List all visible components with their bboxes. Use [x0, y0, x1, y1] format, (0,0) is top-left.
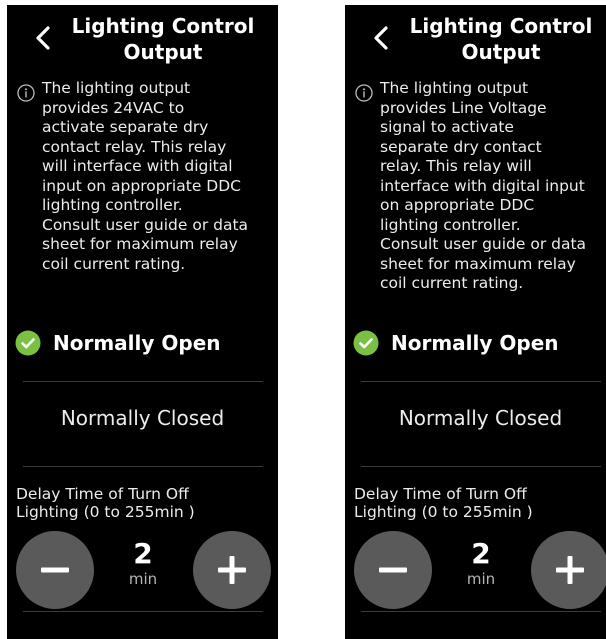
increment-button[interactable] [531, 531, 606, 609]
screen-24vac: Lighting Control Output The lighting out… [7, 5, 278, 639]
decrement-button[interactable] [16, 531, 94, 609]
plus-icon [218, 556, 246, 584]
option-normally-closed[interactable]: Normally Closed [7, 406, 278, 430]
info-description: The lighting output provides Line Voltag… [380, 79, 587, 292]
delay-value-display: 2 min [105, 537, 181, 589]
delay-value: 2 [471, 537, 491, 570]
info-icon [355, 84, 373, 102]
delay-unit: min [466, 570, 496, 588]
page-title: Lighting Control Output [409, 14, 593, 64]
minus-icon [41, 567, 69, 573]
delay-unit: min [128, 570, 158, 588]
option-normally-open[interactable]: Normally Open [15, 323, 221, 363]
divider [361, 466, 601, 467]
option-normally-open[interactable]: Normally Open [353, 323, 559, 363]
screen-line-voltage: Lighting Control Output The lighting out… [345, 5, 606, 639]
decrement-button[interactable] [354, 531, 432, 609]
divider [23, 466, 263, 467]
delay-time-label: Delay Time of Turn Off Lighting (0 to 25… [354, 485, 533, 521]
delay-value: 2 [133, 537, 153, 570]
info-description: The lighting output provides 24VAC to ac… [42, 79, 249, 273]
option-normally-open-label: Normally Open [391, 331, 559, 355]
divider [361, 611, 601, 612]
delay-value-display: 2 min [443, 537, 519, 589]
minus-icon [379, 567, 407, 573]
plus-icon [556, 556, 584, 584]
divider [23, 381, 263, 382]
divider [23, 611, 263, 612]
increment-button[interactable] [193, 531, 271, 609]
option-normally-open-label: Normally Open [53, 331, 221, 355]
divider [361, 381, 601, 382]
option-normally-closed[interactable]: Normally Closed [345, 406, 606, 430]
page-title: Lighting Control Output [71, 14, 255, 64]
info-icon [17, 84, 35, 102]
delay-time-label: Delay Time of Turn Off Lighting (0 to 25… [16, 485, 195, 521]
check-circle-icon [15, 330, 41, 356]
check-circle-icon [353, 330, 379, 356]
